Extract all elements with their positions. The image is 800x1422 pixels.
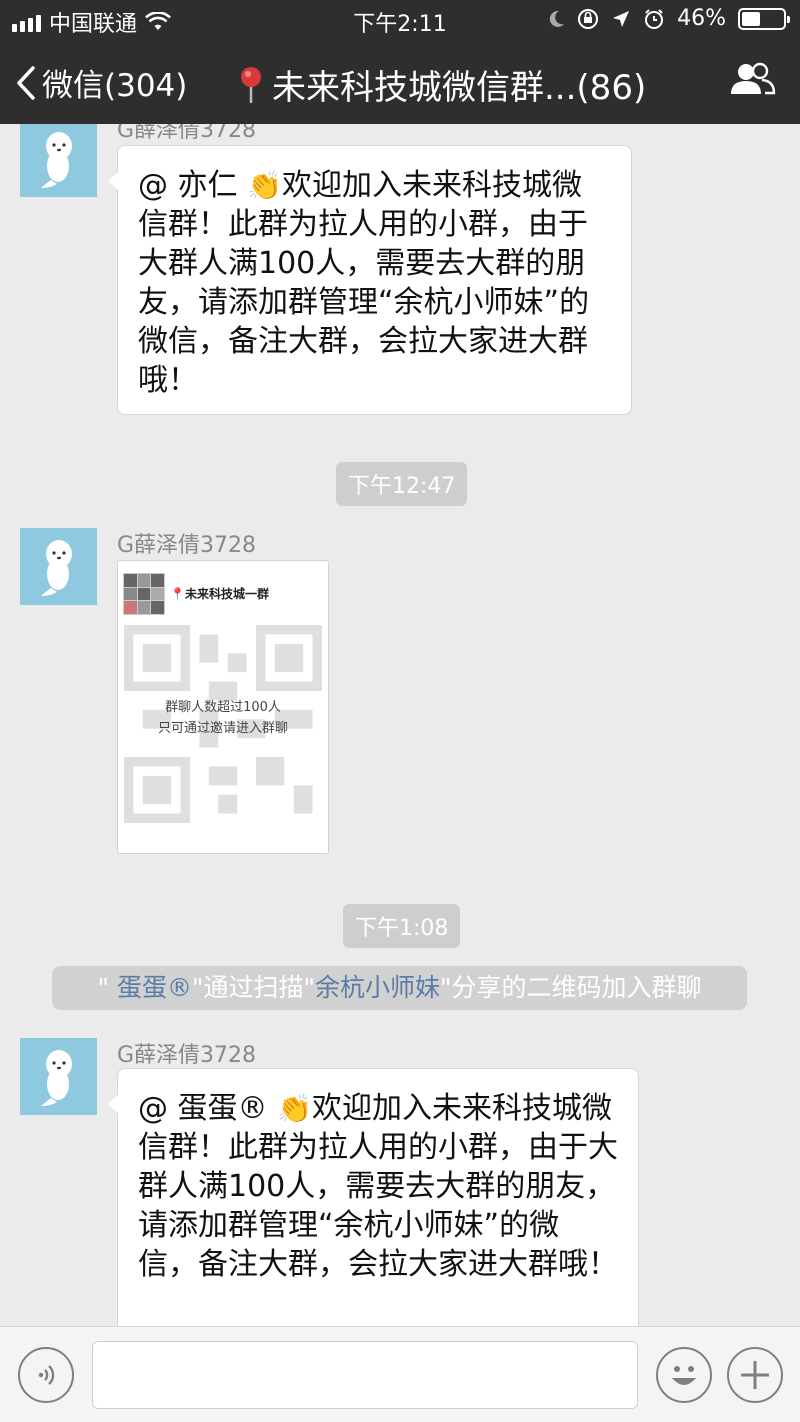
chat-area[interactable]: G薛泽倩3728 @ 亦仁 👏欢迎加入未来科技城微信群！此群为拉人用的小群，由于… (0, 124, 800, 1326)
rotation-lock-icon (578, 8, 599, 29)
location-arrow-icon (613, 10, 630, 27)
voice-icon (38, 1365, 55, 1385)
seal-avatar-icon (40, 539, 72, 596)
inviter-link[interactable]: 余杭小师妹 (315, 973, 440, 1002)
system-text: "通过扫描" (191, 973, 315, 1002)
emoji-button[interactable] (656, 1347, 712, 1403)
mention-text: @ 蛋蛋® (138, 1091, 268, 1126)
user-link[interactable]: 蛋蛋® (117, 973, 192, 1002)
back-label: 微信(304) (42, 68, 188, 104)
moon-icon (549, 10, 565, 27)
clapping-hands-icon: 👏 (277, 1092, 312, 1125)
alarm-icon (645, 8, 664, 29)
battery-percent: 46% (677, 6, 726, 31)
avatar[interactable] (20, 124, 97, 197)
top-bar: 中国联通 下午2:11 46% 微信(304) 未来科技城微信群...(86) (0, 0, 800, 124)
qr-caption: 群聊人数超过100人 只可通过邀请进入群聊 (118, 697, 328, 739)
status-bar: 中国联通 下午2:11 46% (0, 0, 800, 40)
sender-name: G薛泽倩3728 (117, 1043, 257, 1068)
timestamp: 下午12:47 (336, 462, 468, 506)
chevron-left-icon (17, 65, 35, 100)
battery-level (742, 11, 760, 26)
system-message: " 蛋蛋®"通过扫描"余杭小师妹"分享的二维码加入群聊 (52, 966, 747, 1010)
group-members-icon (731, 62, 776, 95)
message-bubble[interactable]: @ 蛋蛋® 👏欢迎加入未来科技城微信群！此群为拉人用的小群，由于大群人满100人… (108, 1068, 639, 1326)
system-text: " (97, 973, 117, 1002)
group-avatar (123, 573, 165, 615)
pushpin-icon (241, 66, 261, 103)
plus-icon (741, 1361, 769, 1389)
input-bar (0, 1326, 800, 1422)
seal-avatar-icon (40, 1049, 72, 1106)
avatar[interactable] (20, 1038, 97, 1115)
back-button[interactable]: 微信(304) (16, 60, 187, 105)
mention-text: @ 亦仁 (138, 168, 238, 203)
voice-button[interactable] (18, 1347, 74, 1403)
battery-icon (738, 7, 790, 30)
pushpin-icon: 📍 (170, 587, 185, 601)
nav-bar: 微信(304) 未来科技城微信群...(86) (0, 40, 800, 124)
clapping-hands-icon: 👏 (247, 169, 282, 202)
emoji-icon (672, 1366, 696, 1385)
group-members-button[interactable] (728, 60, 776, 100)
message-bubble[interactable]: @ 亦仁 👏欢迎加入未来科技城微信群！此群为拉人用的小群，由于大群人满100人，… (108, 145, 632, 415)
qr-caption-line: 群聊人数超过100人 (165, 700, 281, 715)
chat-title-text: 未来科技城微信群...(86) (272, 68, 647, 108)
system-text: "分享的二维码加入群聊 (439, 973, 702, 1002)
group-name-text: 未来科技城一群 (184, 587, 269, 601)
qr-code-image-message[interactable]: 📍未来科技城一群 群聊人数超过100人 只可通过邀请进入群聊 (117, 560, 329, 854)
sender-name: G薛泽倩3728 (117, 124, 257, 143)
chat-title: 未来科技城微信群...(86) (238, 60, 646, 109)
sender-name: G薛泽倩3728 (117, 533, 257, 558)
timestamp: 下午1:08 (343, 904, 461, 948)
message-input[interactable] (92, 1341, 638, 1409)
group-name: 📍未来科技城一群 (170, 585, 269, 602)
qr-caption-line: 只可通过邀请进入群聊 (157, 721, 288, 736)
seal-avatar-icon (40, 131, 72, 188)
more-button[interactable] (727, 1347, 783, 1403)
avatar[interactable] (20, 528, 97, 605)
